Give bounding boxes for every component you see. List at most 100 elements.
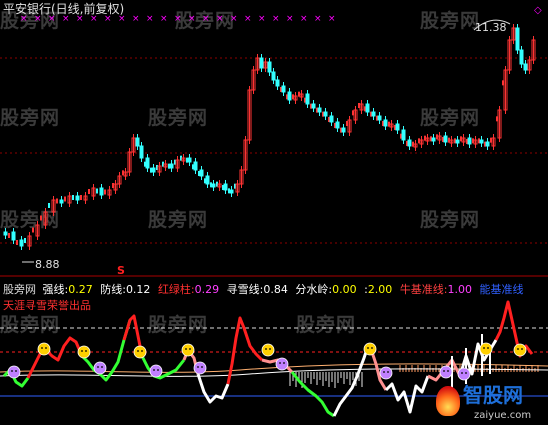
bull-base-label: 牛基准线:: [399, 283, 448, 296]
candle-body: [305, 93, 310, 105]
strong-line-value: 0.27: [68, 283, 93, 296]
sell-signal-coin-icon: [93, 361, 107, 375]
signal-x-mark: ×: [202, 14, 210, 24]
candle-body: [193, 161, 198, 171]
candle-body: [267, 61, 272, 73]
candle-body: [211, 183, 216, 188]
coin-eye-icon: [483, 347, 485, 349]
sell-signal-coin-icon: [149, 364, 163, 378]
coin-eye-icon: [97, 366, 99, 368]
indicator-line-segment: [384, 375, 430, 414]
coin-eye-icon: [137, 350, 139, 352]
signal-x-mark: ×: [132, 14, 140, 24]
candle-body: [317, 107, 322, 113]
candle-body: [311, 103, 316, 109]
snow-line-value: 0.84: [263, 283, 288, 296]
coin-eye-icon: [367, 347, 369, 349]
red-green-bar-value: 0.29: [194, 283, 220, 296]
candle-body: [395, 123, 400, 131]
coin-eye-icon: [387, 371, 389, 373]
defense-line-label: 防线:: [100, 283, 126, 296]
candle-body: [32, 227, 34, 233]
chart-canvas[interactable]: × × × × × × × × × × × × × × × × × × × × × × ×: [0, 0, 548, 425]
sell-signal-coin-icon: [193, 361, 207, 375]
candle-body: [199, 169, 204, 177]
indicator-subtitle: 天涯寻雪荣誉出品: [3, 299, 91, 312]
candle-body: [383, 119, 388, 127]
coin-eye-icon: [15, 370, 17, 372]
indicator-line-segment: [140, 355, 186, 380]
candle-body: [467, 137, 472, 145]
buy-signal-coin-icon: [513, 343, 527, 357]
candle-body: [11, 231, 16, 241]
buy-signal-coin-icon: [479, 342, 493, 356]
indicator-site-name: 股旁网: [3, 283, 36, 296]
candle-body: [287, 91, 292, 101]
candle-body: [223, 183, 228, 191]
coin-eye-icon: [383, 371, 385, 373]
signal-x-mark: ×: [216, 14, 224, 24]
candle-body: [59, 199, 64, 204]
buy-signal-coin-icon: [77, 345, 91, 359]
coin-eye-icon: [101, 366, 103, 368]
watershed-value: 0.00: [332, 283, 357, 296]
signal-x-mark: ×: [286, 14, 294, 24]
ratio-value: 2.00: [367, 283, 393, 296]
candle-body: [323, 111, 328, 117]
coin-eye-icon: [461, 372, 463, 374]
price-low-label: 8.88: [35, 258, 60, 271]
coin-eye-icon: [157, 369, 159, 371]
bull-base-value: 1.00: [447, 283, 473, 296]
coin-eye-icon: [265, 348, 267, 350]
candle-body: [135, 137, 140, 147]
signal-x-mark: ×: [174, 14, 182, 24]
candle-body: [401, 129, 406, 141]
logo-url: zaiyue.com: [474, 410, 532, 421]
candle-body: [3, 231, 8, 236]
candle-body: [80, 195, 82, 200]
candle-body: [371, 111, 376, 117]
coin-eye-icon: [517, 348, 519, 350]
coin-eye-icon: [45, 347, 47, 349]
buy-signal-coin-icon: [363, 342, 377, 356]
candle-body: [281, 85, 286, 93]
candle-body: [24, 238, 26, 243]
coin-eye-icon: [487, 347, 489, 349]
candle-body: [365, 103, 370, 113]
candle-body: [19, 239, 24, 247]
indicator-line-segment: [332, 345, 370, 417]
candle-body: [72, 195, 74, 200]
sell-signal-coin-icon: [457, 367, 471, 381]
coin-eye-icon: [153, 369, 155, 371]
candle-body: [75, 195, 80, 201]
candle-body: [479, 139, 484, 144]
coin-eye-icon: [85, 350, 87, 352]
coin-eye-icon: [201, 366, 203, 368]
coin-eye-icon: [371, 347, 373, 349]
indicator-line-segment: [196, 373, 230, 404]
coin-eye-icon: [41, 347, 43, 349]
signal-x-mark: ×: [300, 14, 308, 24]
candle-body: [341, 127, 346, 133]
candle-body: [151, 167, 156, 173]
bear-base-label: 能基准线: [479, 283, 524, 296]
candle-body: [64, 196, 66, 202]
coin-eye-icon: [81, 350, 83, 352]
coin-eye-icon: [197, 366, 199, 368]
sell-signal-marker: S: [117, 264, 125, 277]
signal-x-mark: ×: [230, 14, 238, 24]
watershed-label: 分水岭:: [295, 283, 333, 296]
sell-signal-coin-icon: [379, 366, 393, 380]
sell-signal-coin-icon: [439, 365, 453, 379]
candle-body: [335, 121, 340, 129]
signal-x-mark: ×: [160, 14, 168, 24]
logo-name: 智股网: [463, 383, 523, 407]
candle-body: [275, 79, 280, 87]
signal-x-mark: ×: [146, 14, 154, 24]
candle-body: [88, 189, 90, 194]
candle-body: [515, 27, 520, 51]
candle-body: [187, 157, 192, 163]
red-green-bar-label: 红绿柱:: [157, 283, 195, 296]
strong-line-label: 强线:: [42, 283, 69, 296]
coin-eye-icon: [189, 348, 191, 350]
